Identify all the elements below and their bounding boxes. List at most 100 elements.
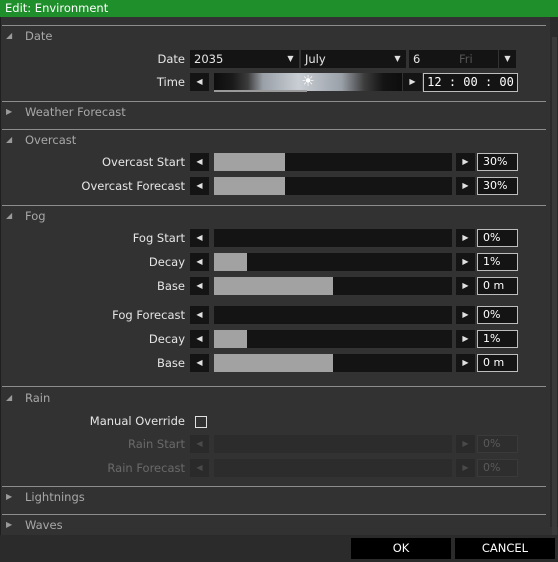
overcast-start-value[interactable]: 30% — [477, 153, 518, 171]
scrollbar-thumb[interactable] — [552, 37, 557, 542]
rain-start-slider[interactable] — [214, 435, 452, 453]
month-select[interactable]: July — [301, 50, 389, 68]
overcast-forecast-value[interactable]: 30% — [477, 177, 518, 195]
year-dropdown-icon[interactable]: ▼ — [282, 50, 299, 68]
triangle-down-icon: ◢ — [6, 211, 13, 220]
fog-forecast-base-right-arrow-icon[interactable]: ▶ — [456, 354, 475, 372]
fog-forecast-base-value[interactable]: 0 m — [477, 354, 518, 372]
section-rain-label: Rain — [25, 391, 51, 405]
overcast-start-slider[interactable] — [214, 153, 452, 171]
sun-icon[interactable]: ☀ — [298, 71, 318, 91]
year-select[interactable]: 2035 — [190, 50, 282, 68]
section-overcast-header[interactable]: ◢ Overcast — [0, 129, 548, 151]
month-value: July — [305, 52, 326, 66]
ok-button[interactable]: OK — [351, 538, 451, 559]
section-waves-label: Waves — [25, 518, 63, 532]
environment-panel — [0, 17, 558, 535]
day-dropdown-icon[interactable]: ▼ — [499, 50, 516, 68]
section-date-label: Date — [25, 29, 53, 43]
overcast-start-label: Overcast Start — [101, 155, 185, 169]
triangle-down-icon: ◢ — [6, 135, 13, 144]
fog-forecast-decay-fill — [214, 330, 248, 348]
triangle-down-icon: ◢ — [6, 393, 13, 402]
time-left-arrow-icon[interactable]: ◀ — [190, 73, 209, 91]
fog-forecast-base-fill — [214, 354, 333, 372]
fog-forecast-base-left-arrow-icon[interactable]: ◀ — [190, 354, 209, 372]
section-rain-header[interactable]: ◢ Rain — [0, 387, 548, 409]
fog-decay-slider[interactable] — [214, 253, 452, 271]
rain-forecast-value[interactable]: 0% — [477, 459, 518, 477]
fog-forecast-decay-label: Decay — [148, 332, 185, 346]
cancel-button[interactable]: CANCEL — [455, 538, 555, 559]
fog-base-right-arrow-icon[interactable]: ▶ — [456, 277, 475, 295]
section-weather-forecast-label: Weather Forecast — [25, 105, 126, 119]
section-date-header[interactable]: ◢ Date — [0, 25, 548, 47]
fog-base-label: Base — [156, 279, 185, 293]
overcast-forecast-label: Overcast Forecast — [81, 179, 185, 193]
fog-forecast-decay-left-arrow-icon[interactable]: ◀ — [190, 330, 209, 348]
overcast-forecast-slider[interactable] — [214, 177, 452, 195]
section-fog-label: Fog — [25, 209, 46, 223]
day-select[interactable]: 6 Fri — [409, 50, 498, 68]
overcast-forecast-left-arrow-icon[interactable]: ◀ — [190, 177, 209, 195]
time-right-arrow-icon[interactable]: ▶ — [403, 73, 422, 91]
weekday-value: Fri — [459, 52, 473, 66]
fog-decay-right-arrow-icon[interactable]: ▶ — [456, 253, 475, 271]
manual-override-checkbox[interactable] — [195, 416, 207, 428]
fog-forecast-base-label: Base — [156, 356, 185, 370]
overcast-start-right-arrow-icon[interactable]: ▶ — [456, 153, 475, 171]
section-fog-header[interactable]: ◢ Fog — [0, 205, 548, 227]
overcast-forecast-fill — [214, 177, 286, 195]
rain-forecast-right-arrow-icon[interactable]: ▶ — [456, 459, 475, 477]
fog-decay-fill — [214, 253, 248, 271]
time-progress-bar — [214, 90, 307, 92]
fog-forecast-base-slider[interactable] — [214, 354, 452, 372]
time-input[interactable]: 12 : 00 : 00 — [423, 73, 518, 92]
fog-decay-label: Decay — [148, 255, 185, 269]
fog-forecast-decay-right-arrow-icon[interactable]: ▶ — [456, 330, 475, 348]
triangle-down-icon: ◢ — [6, 31, 13, 40]
fog-start-left-arrow-icon[interactable]: ◀ — [190, 229, 209, 247]
rain-start-right-arrow-icon[interactable]: ▶ — [456, 435, 475, 453]
overcast-start-left-arrow-icon[interactable]: ◀ — [190, 153, 209, 171]
fog-forecast-right-arrow-icon[interactable]: ▶ — [456, 306, 475, 324]
fog-base-fill — [214, 277, 333, 295]
fog-base-left-arrow-icon[interactable]: ◀ — [190, 277, 209, 295]
rain-forecast-slider[interactable] — [214, 459, 452, 477]
fog-forecast-decay-value[interactable]: 1% — [477, 330, 518, 348]
fog-start-value[interactable]: 0% — [477, 229, 518, 247]
triangle-right-icon: ▶ — [6, 520, 13, 529]
manual-override-label: Manual Override — [89, 414, 185, 428]
section-overcast-label: Overcast — [25, 133, 77, 147]
overcast-forecast-right-arrow-icon[interactable]: ▶ — [456, 177, 475, 195]
fog-base-slider[interactable] — [214, 277, 452, 295]
day-value: 6 — [413, 52, 421, 66]
rain-start-left-arrow-icon[interactable]: ◀ — [190, 435, 209, 453]
fog-base-value[interactable]: 0 m — [477, 277, 518, 295]
date-label: Date — [157, 52, 186, 66]
overcast-start-fill — [214, 153, 286, 171]
window-title: Edit: Environment — [0, 0, 558, 17]
fog-start-slider[interactable] — [214, 229, 452, 247]
time-label: Time — [156, 75, 185, 89]
fog-forecast-slider[interactable] — [214, 306, 452, 324]
rain-forecast-left-arrow-icon[interactable]: ◀ — [190, 459, 209, 477]
month-dropdown-icon[interactable]: ▼ — [389, 50, 406, 68]
rain-forecast-label: Rain Forecast — [107, 461, 185, 475]
section-waves-header[interactable]: ▶ Waves — [0, 514, 548, 536]
section-lightnings-header[interactable]: ▶ Lightnings — [0, 486, 548, 508]
fog-forecast-label: Fog Forecast — [112, 308, 185, 322]
year-value: 2035 — [194, 52, 224, 66]
fog-forecast-decay-slider[interactable] — [214, 330, 452, 348]
fog-decay-value[interactable]: 1% — [477, 253, 518, 271]
fog-forecast-value[interactable]: 0% — [477, 306, 518, 324]
fog-start-right-arrow-icon[interactable]: ▶ — [456, 229, 475, 247]
rain-start-label: Rain Start — [127, 437, 185, 451]
scrollbar[interactable] — [550, 17, 558, 542]
section-weather-forecast-header[interactable]: ▶ Weather Forecast — [0, 101, 548, 123]
triangle-right-icon: ▶ — [6, 107, 13, 116]
fog-start-label: Fog Start — [132, 231, 185, 245]
fog-decay-left-arrow-icon[interactable]: ◀ — [190, 253, 209, 271]
rain-start-value[interactable]: 0% — [477, 435, 518, 453]
fog-forecast-left-arrow-icon[interactable]: ◀ — [190, 306, 209, 324]
